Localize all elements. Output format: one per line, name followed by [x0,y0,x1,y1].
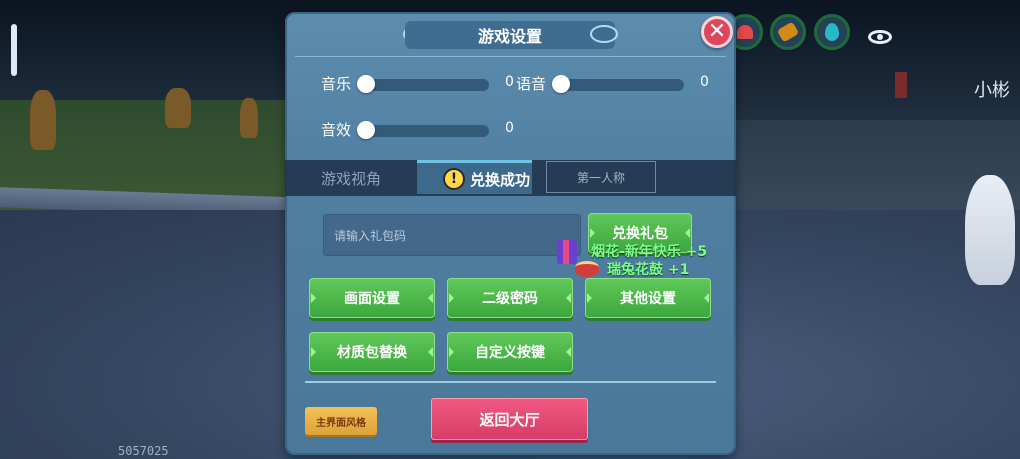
voice-slider-knob[interactable] [552,75,570,93]
custom-keys-button[interactable]: 自定义按键 [447,332,573,372]
other-settings-button[interactable]: 其他设置 [585,278,711,318]
sfx-slider-knob[interactable] [357,121,375,139]
sfx-label: 音效 [321,121,352,139]
reward-popup: 烟花-新年快乐 +5 瑞兔花鼓 +1 [557,240,757,280]
tree [240,98,258,138]
sfx-value: 0 [505,120,514,136]
tree [165,88,191,128]
title-divider [295,56,726,57]
hunger-indicator [770,14,806,50]
voice-slider-row: 语音 0 [516,73,716,95]
food-icon [776,21,800,43]
voice-slider[interactable] [552,75,684,93]
reward-firework: 烟花-新年快乐 +5 [591,244,708,260]
flag [895,72,907,98]
view-option-first-person[interactable]: 第一人称 [546,161,656,193]
redeem-success-toast: ! 兑换成功 [443,165,530,193]
exclamation-icon: ! [443,168,465,190]
settings-panel: 游戏设置 ✕ 音乐 0 语音 0 音效 0 游戏视角 第一人称 ! 兑换成功 请… [285,12,736,455]
music-value: 0 [505,74,514,90]
title-ornament-right [590,25,618,43]
view-perspective-label: 游戏视角 [321,170,382,188]
texture-pack-button[interactable]: 材质包替换 [309,332,435,372]
close-button[interactable]: ✕ [701,16,733,48]
voice-label: 语音 [516,75,547,93]
player-name-tag: 小彬 [974,80,1010,101]
tree [30,90,56,150]
music-slider-knob[interactable] [357,75,375,93]
toast-text: 兑换成功 [470,170,531,189]
eye-icon[interactable] [868,30,892,44]
heart-icon [737,25,753,39]
music-label: 音乐 [321,75,352,93]
sfx-slider-row: 音效 0 [321,119,521,141]
sfx-slider[interactable] [357,121,489,139]
drum-icon [575,261,599,277]
firework-icon [557,240,577,264]
graphics-settings-button[interactable]: 画面设置 [309,278,435,318]
water-drop-icon [825,23,839,41]
music-slider[interactable] [357,75,489,93]
panel-title: 游戏设置 [405,21,615,49]
build-code: 5057025 [118,444,169,458]
bunny-statue [965,175,1015,285]
gift-code-input[interactable]: 请输入礼包码 [323,214,581,256]
return-lobby-button[interactable]: 返回大厅 [431,398,588,440]
voice-value: 0 [700,74,709,90]
panel-divider [305,381,716,383]
music-slider-row: 音乐 0 [321,73,521,95]
main-style-button[interactable]: 主界面风格 [305,407,377,435]
second-password-button[interactable]: 二级密码 [447,278,573,318]
thirst-indicator [814,14,850,50]
menu-handle[interactable] [11,24,17,76]
reward-drum: 瑞兔花鼓 +1 [607,262,690,278]
